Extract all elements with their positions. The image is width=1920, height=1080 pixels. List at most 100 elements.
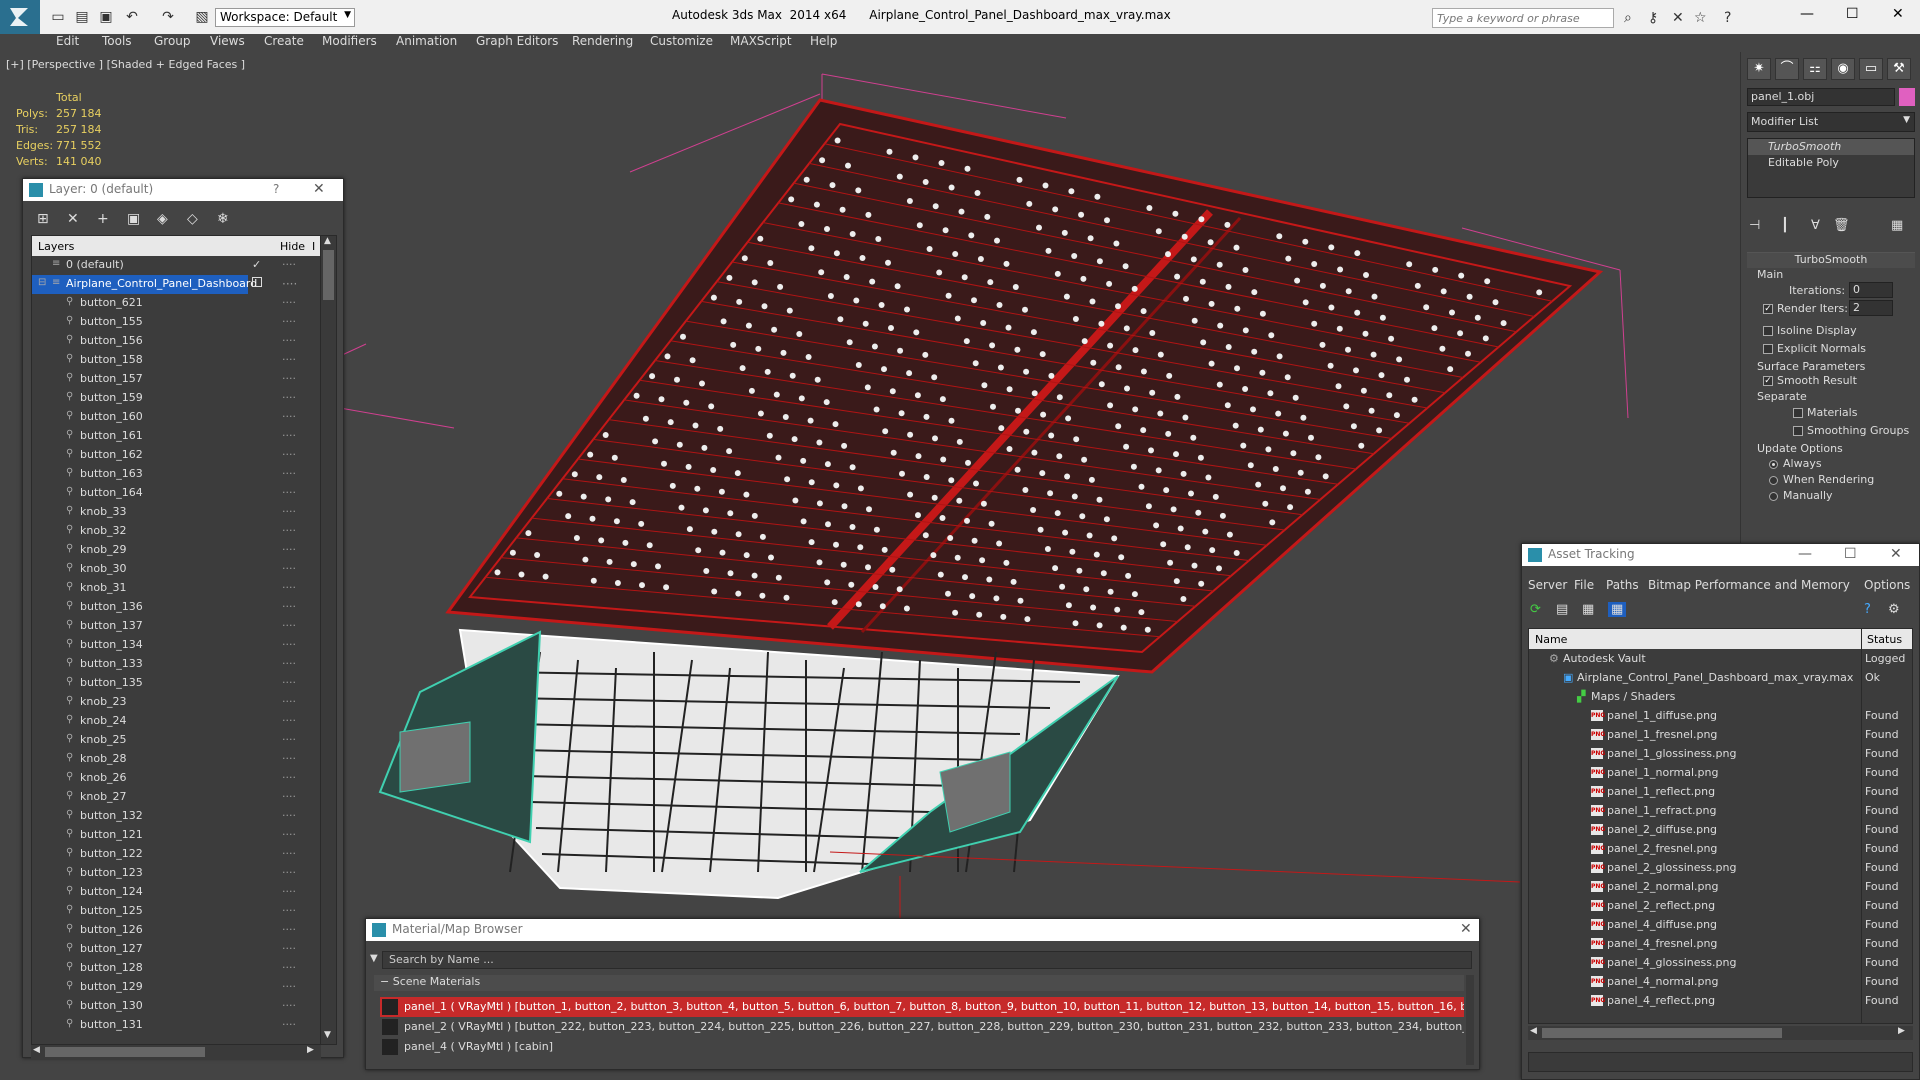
motion-tab-icon[interactable]: ◉ [1831, 58, 1855, 80]
layer-row[interactable]: ⚲ knob_31 ···· [32, 579, 320, 598]
undo-icon[interactable]: ↶ [124, 9, 140, 25]
smoothing-groups-checkbox[interactable] [1793, 426, 1803, 436]
remove-modifier-icon[interactable]: 🗑 [1833, 218, 1850, 233]
table-view-icon[interactable]: ▦ [1582, 602, 1594, 617]
save-file-icon[interactable]: ▣ [98, 9, 114, 25]
hide-toggle[interactable]: ···· [282, 809, 296, 822]
asset-tracking-titlebar[interactable]: Asset Tracking [1522, 544, 1919, 566]
hide-toggle[interactable]: ···· [282, 296, 296, 309]
highlight-layer-icon[interactable]: ◈ [157, 211, 168, 227]
layer-panel-titlebar[interactable]: Layer: 0 (default) ? [23, 179, 343, 201]
hide-toggle[interactable]: ···· [282, 353, 296, 366]
asset-row-map[interactable]: PNG panel_2_normal.png Found [1529, 877, 1912, 896]
help-icon[interactable]: ? [273, 182, 279, 196]
hide-toggle[interactable]: ···· [282, 505, 296, 518]
hide-toggle[interactable]: ···· [282, 790, 296, 803]
close-icon[interactable]: ✕ [1890, 546, 1902, 562]
add-to-layer-icon[interactable]: + [97, 211, 109, 227]
search-input[interactable]: Type a keyword or phrase [1432, 8, 1614, 28]
hide-toggle[interactable]: ···· [282, 942, 296, 955]
menu-create[interactable]: Create [264, 34, 304, 48]
hide-toggle[interactable]: ···· [282, 467, 296, 480]
asset-row-map[interactable]: PNG panel_4_diffuse.png Found [1529, 915, 1912, 934]
render-iters-checkbox[interactable]: ✓ [1763, 304, 1773, 314]
options-chevron-icon[interactable]: ▼ [370, 953, 378, 964]
iterations-spinner[interactable]: 0 [1849, 282, 1893, 298]
explicit-normals-checkbox[interactable] [1763, 344, 1773, 354]
hide-toggle[interactable]: ···· [282, 391, 296, 404]
hide-toggle[interactable]: ···· [282, 657, 296, 670]
layer-row[interactable]: ⚲ button_133 ···· [32, 655, 320, 674]
layer-row[interactable]: ⚲ knob_28 ···· [32, 750, 320, 769]
scroll-right-icon[interactable]: ▶ [1898, 1026, 1905, 1036]
layer-row[interactable]: ⚲ button_121 ···· [32, 826, 320, 845]
layer-row[interactable]: ⚲ button_125 ···· [32, 902, 320, 921]
scroll-thumb[interactable] [1542, 1028, 1782, 1038]
hide-toggle[interactable]: ···· [282, 828, 296, 841]
hide-toggle[interactable]: ···· [282, 847, 296, 860]
layer-row[interactable]: ⚲ knob_26 ···· [32, 769, 320, 788]
asset-row-map[interactable]: PNG panel_2_fresnel.png Found [1529, 839, 1912, 858]
menu-animation[interactable]: Animation [396, 34, 457, 48]
material-row-panel-4[interactable]: panel_4 ( VRayMtl ) [cabin] [380, 1037, 1464, 1057]
hide-toggle[interactable]: ···· [282, 524, 296, 537]
menu-graph-editors[interactable]: Graph Editors [476, 34, 558, 48]
menu-tools[interactable]: Tools [102, 34, 132, 48]
hide-toggle[interactable]: ···· [282, 486, 296, 499]
material-search-input[interactable]: Search by Name ... [382, 951, 1472, 969]
new-file-icon[interactable]: ▭ [50, 9, 66, 25]
asset-row-map[interactable]: PNG panel_1_fresnel.png Found [1529, 725, 1912, 744]
help-icon[interactable]: ? [1724, 10, 1731, 26]
vertical-scrollbar[interactable] [1466, 975, 1474, 1065]
hide-toggle[interactable]: ···· [282, 999, 296, 1012]
col-name[interactable]: Name [1535, 633, 1567, 646]
project-folder-icon[interactable]: ▧ [194, 9, 210, 25]
layer-row[interactable]: ⚲ button_136 ···· [32, 598, 320, 617]
open-file-icon[interactable]: ▤ [74, 9, 90, 25]
menu-file[interactable]: File [1574, 578, 1594, 592]
layer-row[interactable]: ⚲ button_164 ···· [32, 484, 320, 503]
layer-row[interactable]: ⚲ button_158 ···· [32, 351, 320, 370]
workspace-dropdown[interactable]: Workspace: Default ▼ [215, 8, 355, 27]
help-icon[interactable]: ? [1864, 602, 1871, 617]
refresh-icon[interactable]: ⟳ [1530, 602, 1541, 617]
rollout-turbosmooth[interactable]: TurboSmooth [1747, 252, 1915, 268]
hide-toggle[interactable]: ···· [282, 752, 296, 765]
layer-row[interactable]: ⚲ knob_32 ···· [32, 522, 320, 541]
redo-icon[interactable]: ↷ [160, 9, 176, 25]
update-when-rendering-radio[interactable] [1769, 476, 1778, 485]
hide-toggle[interactable]: ···· [282, 733, 296, 746]
show-end-result-icon[interactable]: ┃ [1781, 218, 1789, 233]
layer-row[interactable]: ⚲ knob_25 ···· [32, 731, 320, 750]
layer-list[interactable]: Layers Hide I ≡ 0 (default) ✓ ···· ⊟ ≡ A… [31, 235, 337, 1045]
viewport-label[interactable]: [+] [Perspective ] [Shaded + Edged Faces… [6, 58, 245, 71]
layer-row[interactable]: ⚲ knob_27 ···· [32, 788, 320, 807]
asset-row-map[interactable]: PNG panel_1_normal.png Found [1529, 763, 1912, 782]
hide-toggle[interactable]: ···· [282, 277, 297, 291]
minimize-button[interactable]: — [1798, 546, 1812, 562]
layer-row[interactable]: ⚲ button_161 ···· [32, 427, 320, 446]
asset-row-map[interactable]: PNG panel_2_reflect.png Found [1529, 896, 1912, 915]
maximize-button[interactable]: ☐ [1846, 6, 1859, 22]
minimize-button[interactable]: — [1800, 6, 1814, 22]
menu-bitmap-performance[interactable]: Bitmap Performance and Memory [1648, 578, 1850, 592]
layer-row[interactable]: ⚲ button_122 ···· [32, 845, 320, 864]
scroll-thumb[interactable] [323, 250, 334, 300]
scroll-up-icon[interactable]: ▲ [324, 236, 331, 246]
hide-toggle[interactable]: ···· [282, 695, 296, 708]
horizontal-scrollbar[interactable]: ◀ ▶ [1528, 1026, 1913, 1040]
layer-row[interactable]: ⚲ knob_29 ···· [32, 541, 320, 560]
hide-toggle[interactable]: ···· [282, 1018, 296, 1031]
col-hide[interactable]: Hide [280, 240, 305, 253]
smooth-result-checkbox[interactable]: ✓ [1763, 376, 1773, 386]
asset-row-map[interactable]: PNG panel_2_diffuse.png Found [1529, 820, 1912, 839]
hide-toggle[interactable]: ···· [282, 372, 296, 385]
hide-toggle[interactable]: ···· [282, 923, 296, 936]
layer-row[interactable]: ⚲ button_127 ···· [32, 940, 320, 959]
scroll-right-icon[interactable]: ▶ [307, 1045, 314, 1055]
hide-toggle[interactable]: ···· [282, 866, 296, 879]
layer-row[interactable]: ⚲ button_156 ···· [32, 332, 320, 351]
layer-row[interactable]: ⚲ button_126 ···· [32, 921, 320, 940]
hide-toggle[interactable]: ···· [282, 961, 296, 974]
list-view-icon[interactable]: ▤ [1556, 602, 1568, 617]
